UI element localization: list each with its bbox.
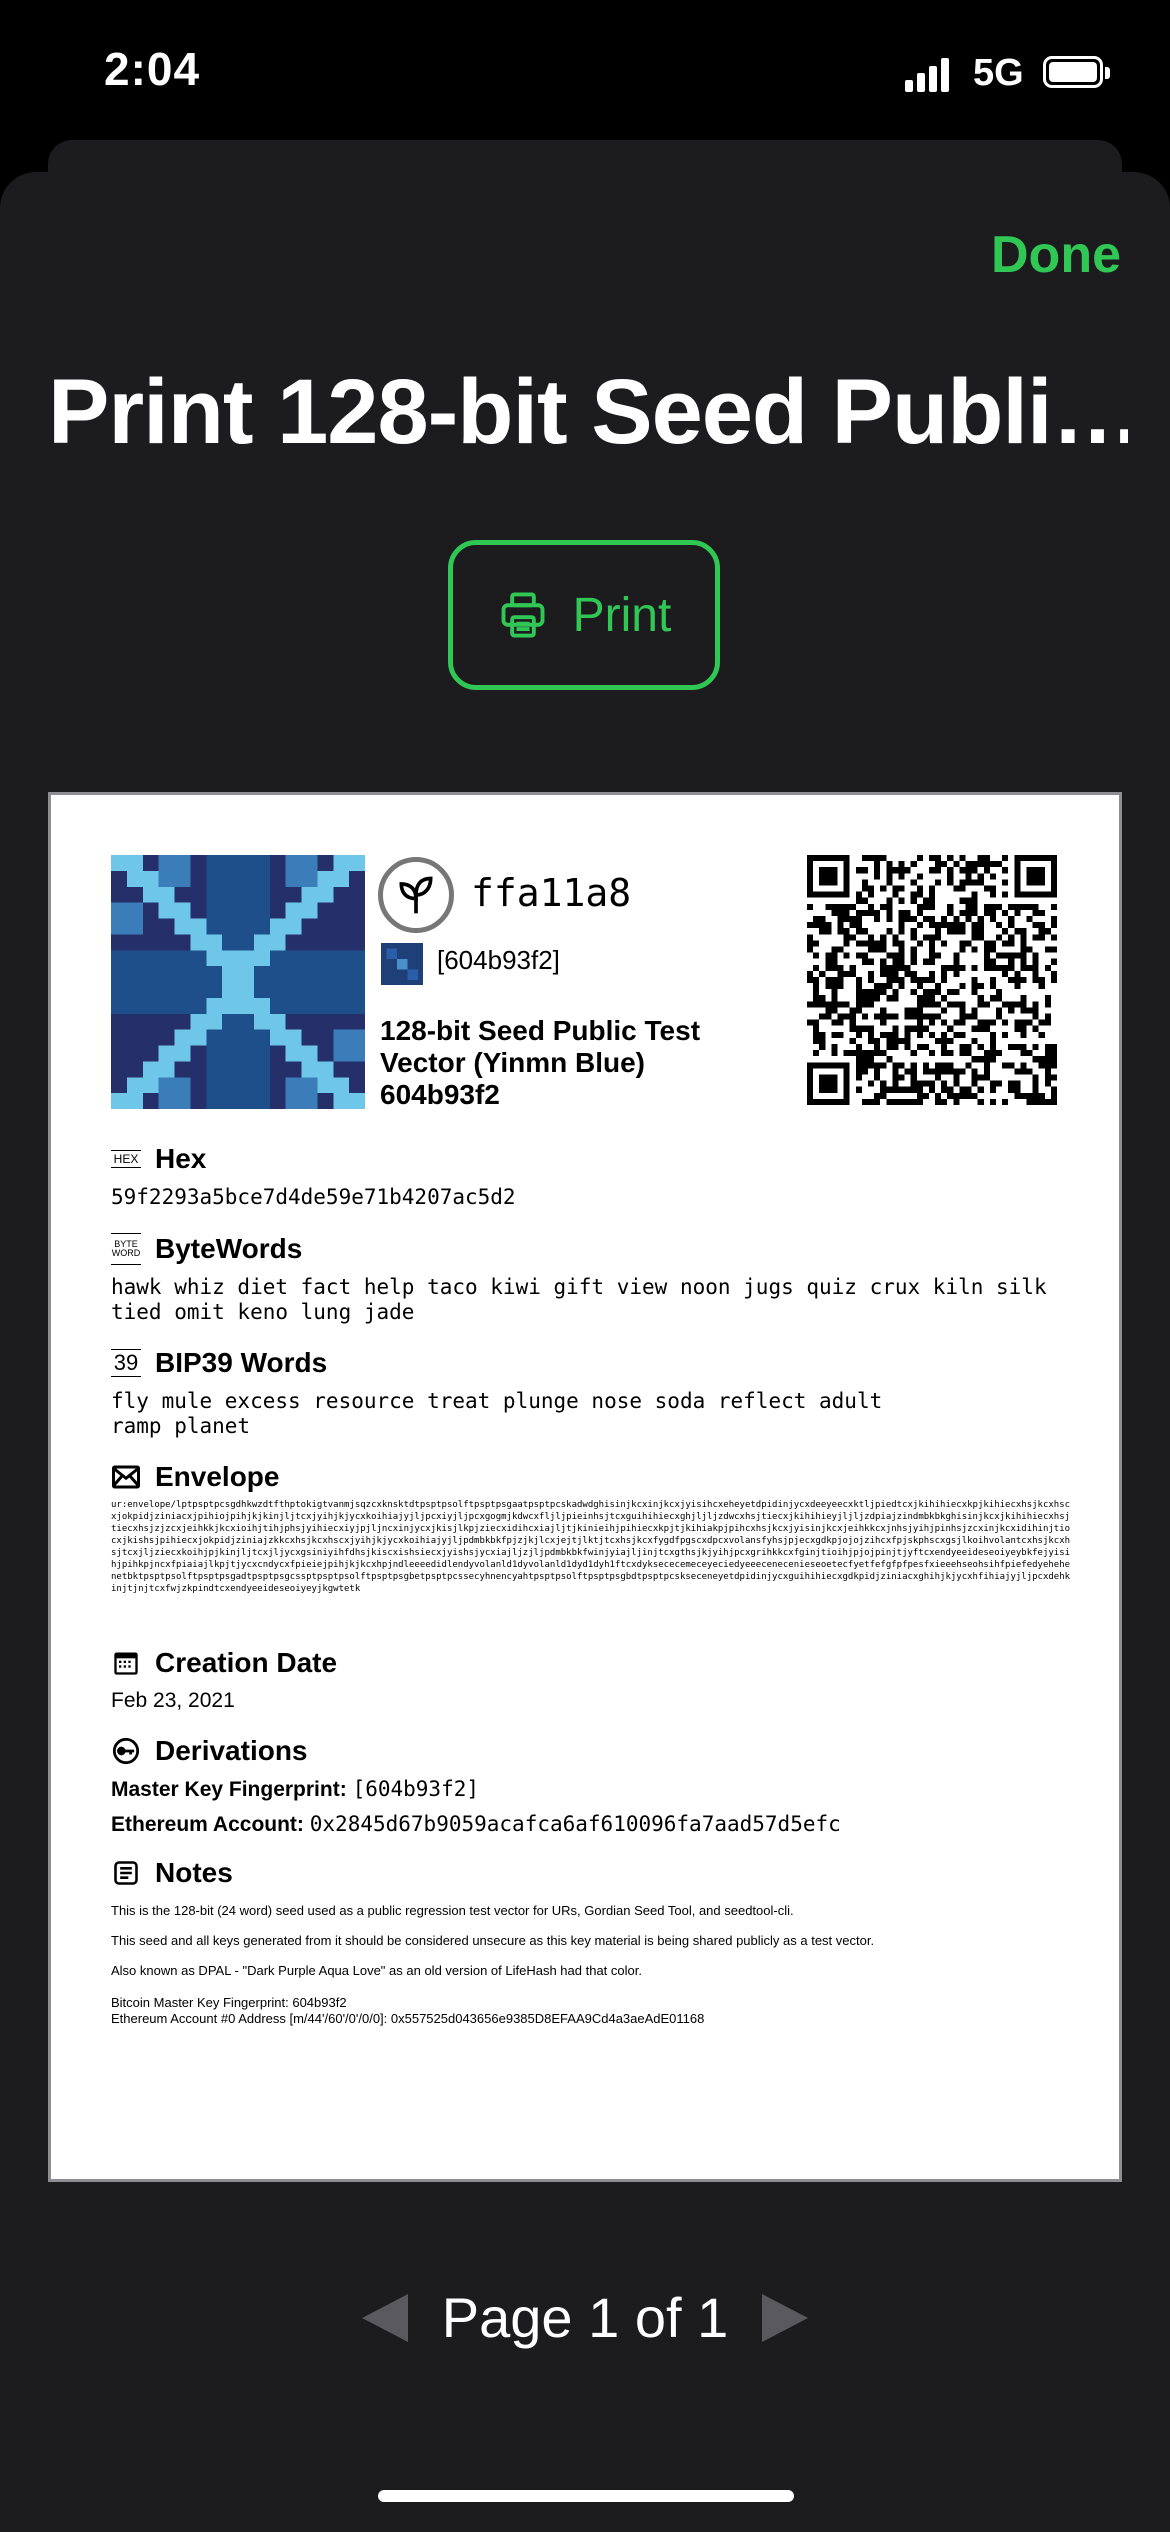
seed-identifier: ffa11a8 xyxy=(471,871,632,915)
status-bar: 2:04 5G xyxy=(0,0,1170,150)
envelope-icon xyxy=(111,1462,141,1492)
note-line: Ethereum Account #0 Address [m/44'/60'/0… xyxy=(111,2011,705,2026)
previous-page-icon[interactable] xyxy=(361,2293,408,2342)
page-title: Print 128-bit Seed Publi… xyxy=(48,361,1128,463)
note-line: Bitcoin Master Key Fingerprint: 604b93f2 xyxy=(111,1995,347,2010)
note-line: Also known as DPAL - "Dark Purple Aqua L… xyxy=(111,1963,642,1978)
notes-icon xyxy=(111,1858,141,1888)
battery-icon xyxy=(1043,56,1110,88)
envelope-value: ur:envelope/lptpsptpcsgdhkwzdtfthptokigt… xyxy=(111,1500,1071,1594)
bip39-icon: 39 xyxy=(111,1349,141,1377)
master-key-value: [604b93f2] xyxy=(352,1777,479,1801)
creation-date-label: Creation Date xyxy=(155,1647,338,1678)
master-key-label: Master Key Fingerprint: xyxy=(111,1778,347,1801)
bip39-value: fly mule excess resource treat plunge no… xyxy=(111,1389,883,1438)
note-line: This seed and all keys generated from it… xyxy=(111,1933,875,1948)
derivations-section: Derivations Master Key Fingerprint: [604… xyxy=(111,1735,1071,1837)
home-indicator[interactable] xyxy=(378,2490,794,2502)
creation-date-value: Feb 23, 2021 xyxy=(111,1689,235,1712)
notes-section: Notes This is the 128-bit (24 word) seed… xyxy=(111,1857,1071,2027)
ethereum-row: Ethereum Account: 0x2845d67b9059acafca6a… xyxy=(111,1812,1071,1837)
bytewords-icon: BYTE WORD xyxy=(111,1233,141,1265)
master-key-row: Master Key Fingerprint: [604b93f2] xyxy=(111,1777,1071,1802)
seedling-icon xyxy=(399,876,433,914)
bytewords-label: ByteWords xyxy=(155,1233,303,1264)
calendar-icon xyxy=(111,1648,141,1678)
network-type: 5G xyxy=(973,52,1024,94)
ethereum-label: Ethereum Account: xyxy=(111,1813,304,1836)
hex-section: HEX Hex 59f2293a5bce7d4de59e71b4207ac5d2 xyxy=(111,1143,1071,1210)
key-icon xyxy=(111,1736,141,1766)
next-page-icon[interactable] xyxy=(762,2293,809,2342)
bip39-label: BIP39 Words xyxy=(155,1347,328,1378)
printer-icon xyxy=(501,592,545,638)
note-line: This is the 128-bit (24 word) seed used … xyxy=(111,1903,794,1918)
envelope-label: Envelope xyxy=(155,1461,280,1492)
bytewords-section: BYTE WORD ByteWords hawk whiz diet fact he… xyxy=(111,1233,1071,1325)
print-label: Print xyxy=(572,588,672,642)
hex-value: 59f2293a5bce7d4de59e71b4207ac5d2 xyxy=(111,1185,516,1209)
print-button[interactable]: Print xyxy=(448,540,720,690)
notes-label: Notes xyxy=(155,1857,233,1888)
lifehash-thumbnail xyxy=(381,943,423,985)
seed-name: 128-bit Seed Public Test Vector (Yinmn B… xyxy=(380,1015,701,1110)
bip39-section: 39 BIP39 Words fly mule excess resource t… xyxy=(111,1347,1071,1439)
page-navigator: Page 1 of 1 xyxy=(0,2285,1170,2350)
ethereum-value: 0x2845d67b9059acafca6af610096fa7aad57d5e… xyxy=(309,1812,841,1836)
lifehash-image xyxy=(111,855,365,1109)
done-button[interactable]: Done xyxy=(991,225,1121,285)
derivations-label: Derivations xyxy=(155,1735,308,1766)
hex-label: Hex xyxy=(155,1143,207,1174)
page-indicator: Page 1 of 1 xyxy=(441,2286,729,2349)
print-preview-page: ffa11a8 [604b93f2] 128-bit Seed Public T… xyxy=(48,792,1122,2182)
creation-date-section: Creation Date Feb 23, 2021 xyxy=(111,1647,1071,1713)
status-time: 2:04 xyxy=(104,43,201,95)
envelope-section: Envelope ur:envelope/lptpsptpcsgdhkwzdtf… xyxy=(111,1461,1071,1595)
hex-icon: HEX xyxy=(111,1150,141,1168)
bytewords-value: hawk whiz diet fact help taco kiwi gift … xyxy=(111,1275,1047,1324)
seed-fingerprint: [604b93f2] xyxy=(437,945,560,975)
signal-icon xyxy=(905,58,951,92)
qr-code xyxy=(807,855,1057,1105)
seed-badge xyxy=(378,857,454,933)
